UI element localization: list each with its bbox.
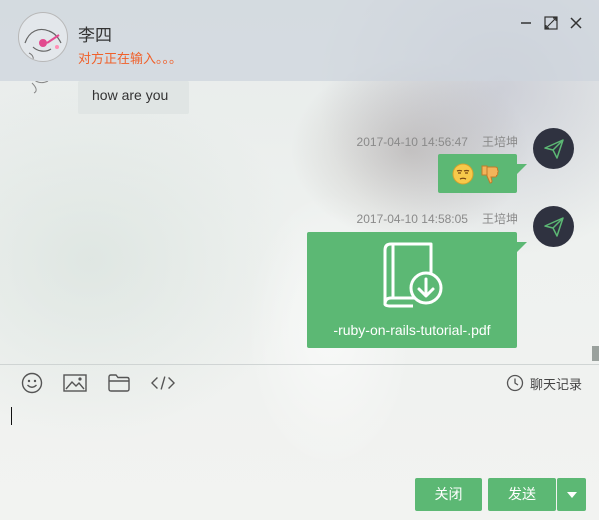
send-options-button[interactable] [557,478,586,511]
send-button[interactable]: 发送 [488,478,556,511]
outgoing-emoji-bubble[interactable] [438,154,527,193]
message-input[interactable] [10,402,590,472]
folder-button[interactable] [107,372,131,394]
thumbs-down-icon [481,165,499,184]
chat-history-label: 聊天记录 [530,376,583,392]
message-meta: 2017-04-10 14:58:05 王培坤 [357,210,518,227]
peer-avatar[interactable] [26,81,60,95]
outgoing-file-bubble[interactable]: -ruby-on-rails-tutorial-.pdf [307,232,527,348]
scrollbar-thumb[interactable] [592,346,599,361]
folder-icon [108,374,130,392]
typing-status: 对方正在输入。。。 [78,51,183,66]
close-icon [570,17,582,29]
my-avatar[interactable] [533,128,574,169]
emoji-icon [21,372,43,394]
doodle-avatar-icon [24,28,62,61]
text-caret [11,407,12,425]
code-icon [151,376,175,390]
minimize-button[interactable] [516,13,536,33]
message-list[interactable]: how are you 2017-04-10 14:56:47 王培坤 2017… [0,81,592,364]
file-name[interactable]: -ruby-on-rails-tutorial-.pdf [307,322,517,338]
unamused-face-icon [452,163,474,185]
message-sender: 王培坤 [481,135,518,149]
image-button[interactable] [63,372,87,394]
emoji-button[interactable] [20,372,44,394]
chat-header: 李四 对方正在输入。。。 [0,0,599,81]
paper-plane-icon [543,216,564,237]
message-timestamp: 2017-04-10 14:58:05 [356,212,468,226]
message-sender: 王培坤 [481,212,518,226]
caret-down-icon [566,491,577,498]
clock-icon [506,374,524,392]
code-button[interactable] [151,372,175,394]
maximize-button[interactable] [541,13,561,33]
close-button[interactable]: 关闭 [415,478,482,511]
message-meta: 2017-04-10 14:56:47 王培坤 [357,133,518,150]
minimize-icon [521,22,531,24]
my-avatar[interactable] [533,206,574,247]
chat-history-button[interactable]: 聊天记录 [506,373,582,393]
message-timestamp: 2017-04-10 14:56:47 [356,135,468,149]
doodle-avatar-icon [31,81,49,94]
chat-window: 李四 对方正在输入。。。 how are you 2017-04-10 14:5… [0,0,599,520]
maximize-icon [544,16,558,30]
close-window-button[interactable] [566,13,586,33]
image-icon [63,374,87,392]
contact-name: 李四 [78,26,112,45]
paper-plane-icon [543,138,564,159]
incoming-message-bubble[interactable]: how are you [78,81,189,114]
contact-avatar[interactable] [18,12,68,62]
toolbar-divider [0,364,599,365]
book-download-icon [383,242,443,308]
